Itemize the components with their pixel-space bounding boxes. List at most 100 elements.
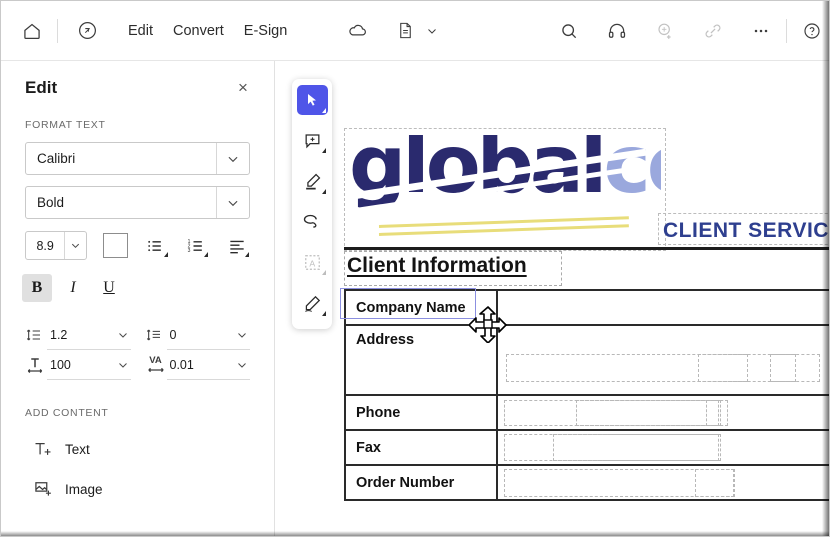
edit-panel: Edit × FORMAT TEXT Calibri Bold 8.9 1 2 … (1, 61, 275, 536)
add-content-section-label: ADD CONTENT (25, 407, 109, 419)
link-icon[interactable] (696, 14, 730, 48)
character-spacing-value: 0.01 (169, 357, 194, 372)
paragraph-spacing-field[interactable]: 0 (166, 320, 250, 350)
italic-button[interactable]: I (58, 274, 88, 302)
annotation-toolbar: A (292, 79, 332, 329)
paragraph-spacing-icon (145, 325, 167, 345)
horizontal-scale-field[interactable]: 100 (47, 350, 131, 380)
table-cell-label[interactable]: Fax (344, 429, 498, 466)
chevron-down-icon[interactable] (117, 359, 129, 371)
circle-tool-icon[interactable] (70, 14, 104, 48)
table-cell-value[interactable] (495, 464, 829, 501)
tab-convert[interactable]: Convert (163, 17, 234, 45)
character-spacing-field[interactable]: 0.01 (166, 350, 250, 380)
more-options-icon[interactable] (744, 14, 778, 48)
client-service-heading: CLIENT SERVICE (663, 219, 830, 242)
font-size-select[interactable]: 8.9 (25, 231, 88, 260)
add-text-button[interactable]: Text (25, 429, 250, 469)
field-outline (505, 354, 796, 382)
line-spacing-field[interactable]: 1.2 (47, 320, 131, 350)
erase-lasso-tool[interactable] (297, 207, 328, 237)
bold-button[interactable]: B (22, 274, 52, 302)
cloud-icon[interactable] (340, 14, 374, 48)
headphones-icon[interactable] (600, 14, 634, 48)
bullet-list-icon[interactable] (142, 232, 169, 259)
panel-header: Edit × (1, 61, 274, 98)
tab-edit[interactable]: Edit (118, 17, 163, 64)
font-style-select[interactable]: Bold (25, 186, 250, 219)
select-tool[interactable] (296, 85, 328, 115)
add-image-label: Image (65, 481, 103, 497)
font-family-value: Calibri (37, 151, 76, 166)
chevron-down-icon[interactable] (216, 187, 249, 218)
svg-text:A: A (309, 258, 315, 268)
character-spacing-control[interactable]: VA 0.01 (145, 350, 250, 380)
underline-button[interactable]: U (94, 274, 124, 302)
horizontal-scale-control[interactable]: 100 (25, 350, 131, 380)
table-row[interactable]: Phone (344, 394, 829, 431)
add-person-icon[interactable] (648, 14, 682, 48)
toolbar-divider (57, 18, 58, 43)
field-outline (705, 400, 728, 426)
horizontal-scale-icon (25, 355, 47, 375)
help-icon[interactable] (795, 14, 829, 48)
numbered-list-icon[interactable]: 1 2 3 (183, 232, 210, 259)
line-spacing-icon (25, 325, 47, 345)
chevron-down-icon[interactable] (117, 329, 129, 341)
table-row[interactable]: Fax (344, 429, 829, 466)
text-color-swatch[interactable] (103, 233, 128, 258)
tab-esign[interactable]: E-Sign (234, 17, 298, 45)
text-align-icon[interactable] (223, 232, 250, 259)
add-image-icon (33, 479, 59, 499)
client-information-table: Company Name Address Phone Fax Order Num… (344, 289, 829, 501)
logo-selection-box[interactable]: globalcorp (344, 128, 666, 251)
field-outline (697, 354, 748, 382)
chevron-down-icon[interactable] (64, 232, 86, 259)
paragraph-spacing-value: 0 (169, 327, 177, 342)
svg-text:3: 3 (188, 247, 191, 253)
font-style-value: Bold (37, 195, 65, 210)
table-cell-value[interactable] (495, 429, 829, 466)
document-icon[interactable] (388, 14, 422, 48)
add-comment-tool[interactable] (297, 126, 328, 156)
add-text-label: Text (65, 441, 90, 457)
home-icon[interactable] (15, 14, 49, 48)
table-cell-value[interactable] (495, 324, 829, 396)
document-viewer: A globalcorp (276, 61, 830, 536)
add-text-icon (33, 439, 59, 459)
field-outline (575, 400, 721, 426)
close-icon[interactable]: × (234, 79, 252, 97)
chevron-down-icon[interactable] (216, 143, 249, 174)
table-cell-value[interactable] (495, 394, 829, 431)
spacing-controls: 1.2 0 100 VA 0.01 (25, 320, 250, 380)
text-style-buttons: B I U (22, 274, 250, 302)
highlighter-tool[interactable] (297, 166, 328, 196)
table-cell-label[interactable]: Phone (344, 394, 498, 431)
table-cell-label[interactable]: Order Number (344, 464, 498, 501)
format-text-section-label: FORMAT TEXT (25, 119, 106, 131)
toolbar-divider-2 (786, 18, 787, 43)
add-image-button[interactable]: Image (25, 469, 250, 509)
search-icon[interactable] (552, 14, 586, 48)
chevron-down-icon[interactable] (236, 359, 248, 371)
header-divider (344, 247, 829, 250)
move-cursor (468, 305, 507, 344)
text-box-tool[interactable]: A (297, 248, 328, 278)
field-outline (552, 434, 721, 461)
page-title: Edit (25, 78, 58, 97)
app-window: Edit Convert E-Sign Edit × FORMAT TEXT C… (0, 0, 830, 537)
globalcorp-logo: globalcorp (349, 135, 661, 243)
chevron-down-icon[interactable] (422, 14, 442, 48)
line-spacing-control[interactable]: 1.2 (25, 320, 131, 350)
font-family-select[interactable]: Calibri (25, 142, 250, 175)
paragraph-spacing-control[interactable]: 0 (145, 320, 250, 350)
horizontal-scale-value: 100 (50, 357, 71, 372)
table-cell-value[interactable] (495, 289, 829, 326)
table-row[interactable]: Order Number (344, 464, 829, 501)
table-row[interactable]: Address (344, 324, 829, 396)
character-spacing-icon: VA (145, 355, 167, 375)
draw-signature-tool[interactable] (297, 288, 328, 318)
selected-text-box[interactable] (340, 288, 476, 319)
chevron-down-icon[interactable] (236, 329, 248, 341)
size-color-list-row: 8.9 1 2 3 (25, 231, 250, 260)
